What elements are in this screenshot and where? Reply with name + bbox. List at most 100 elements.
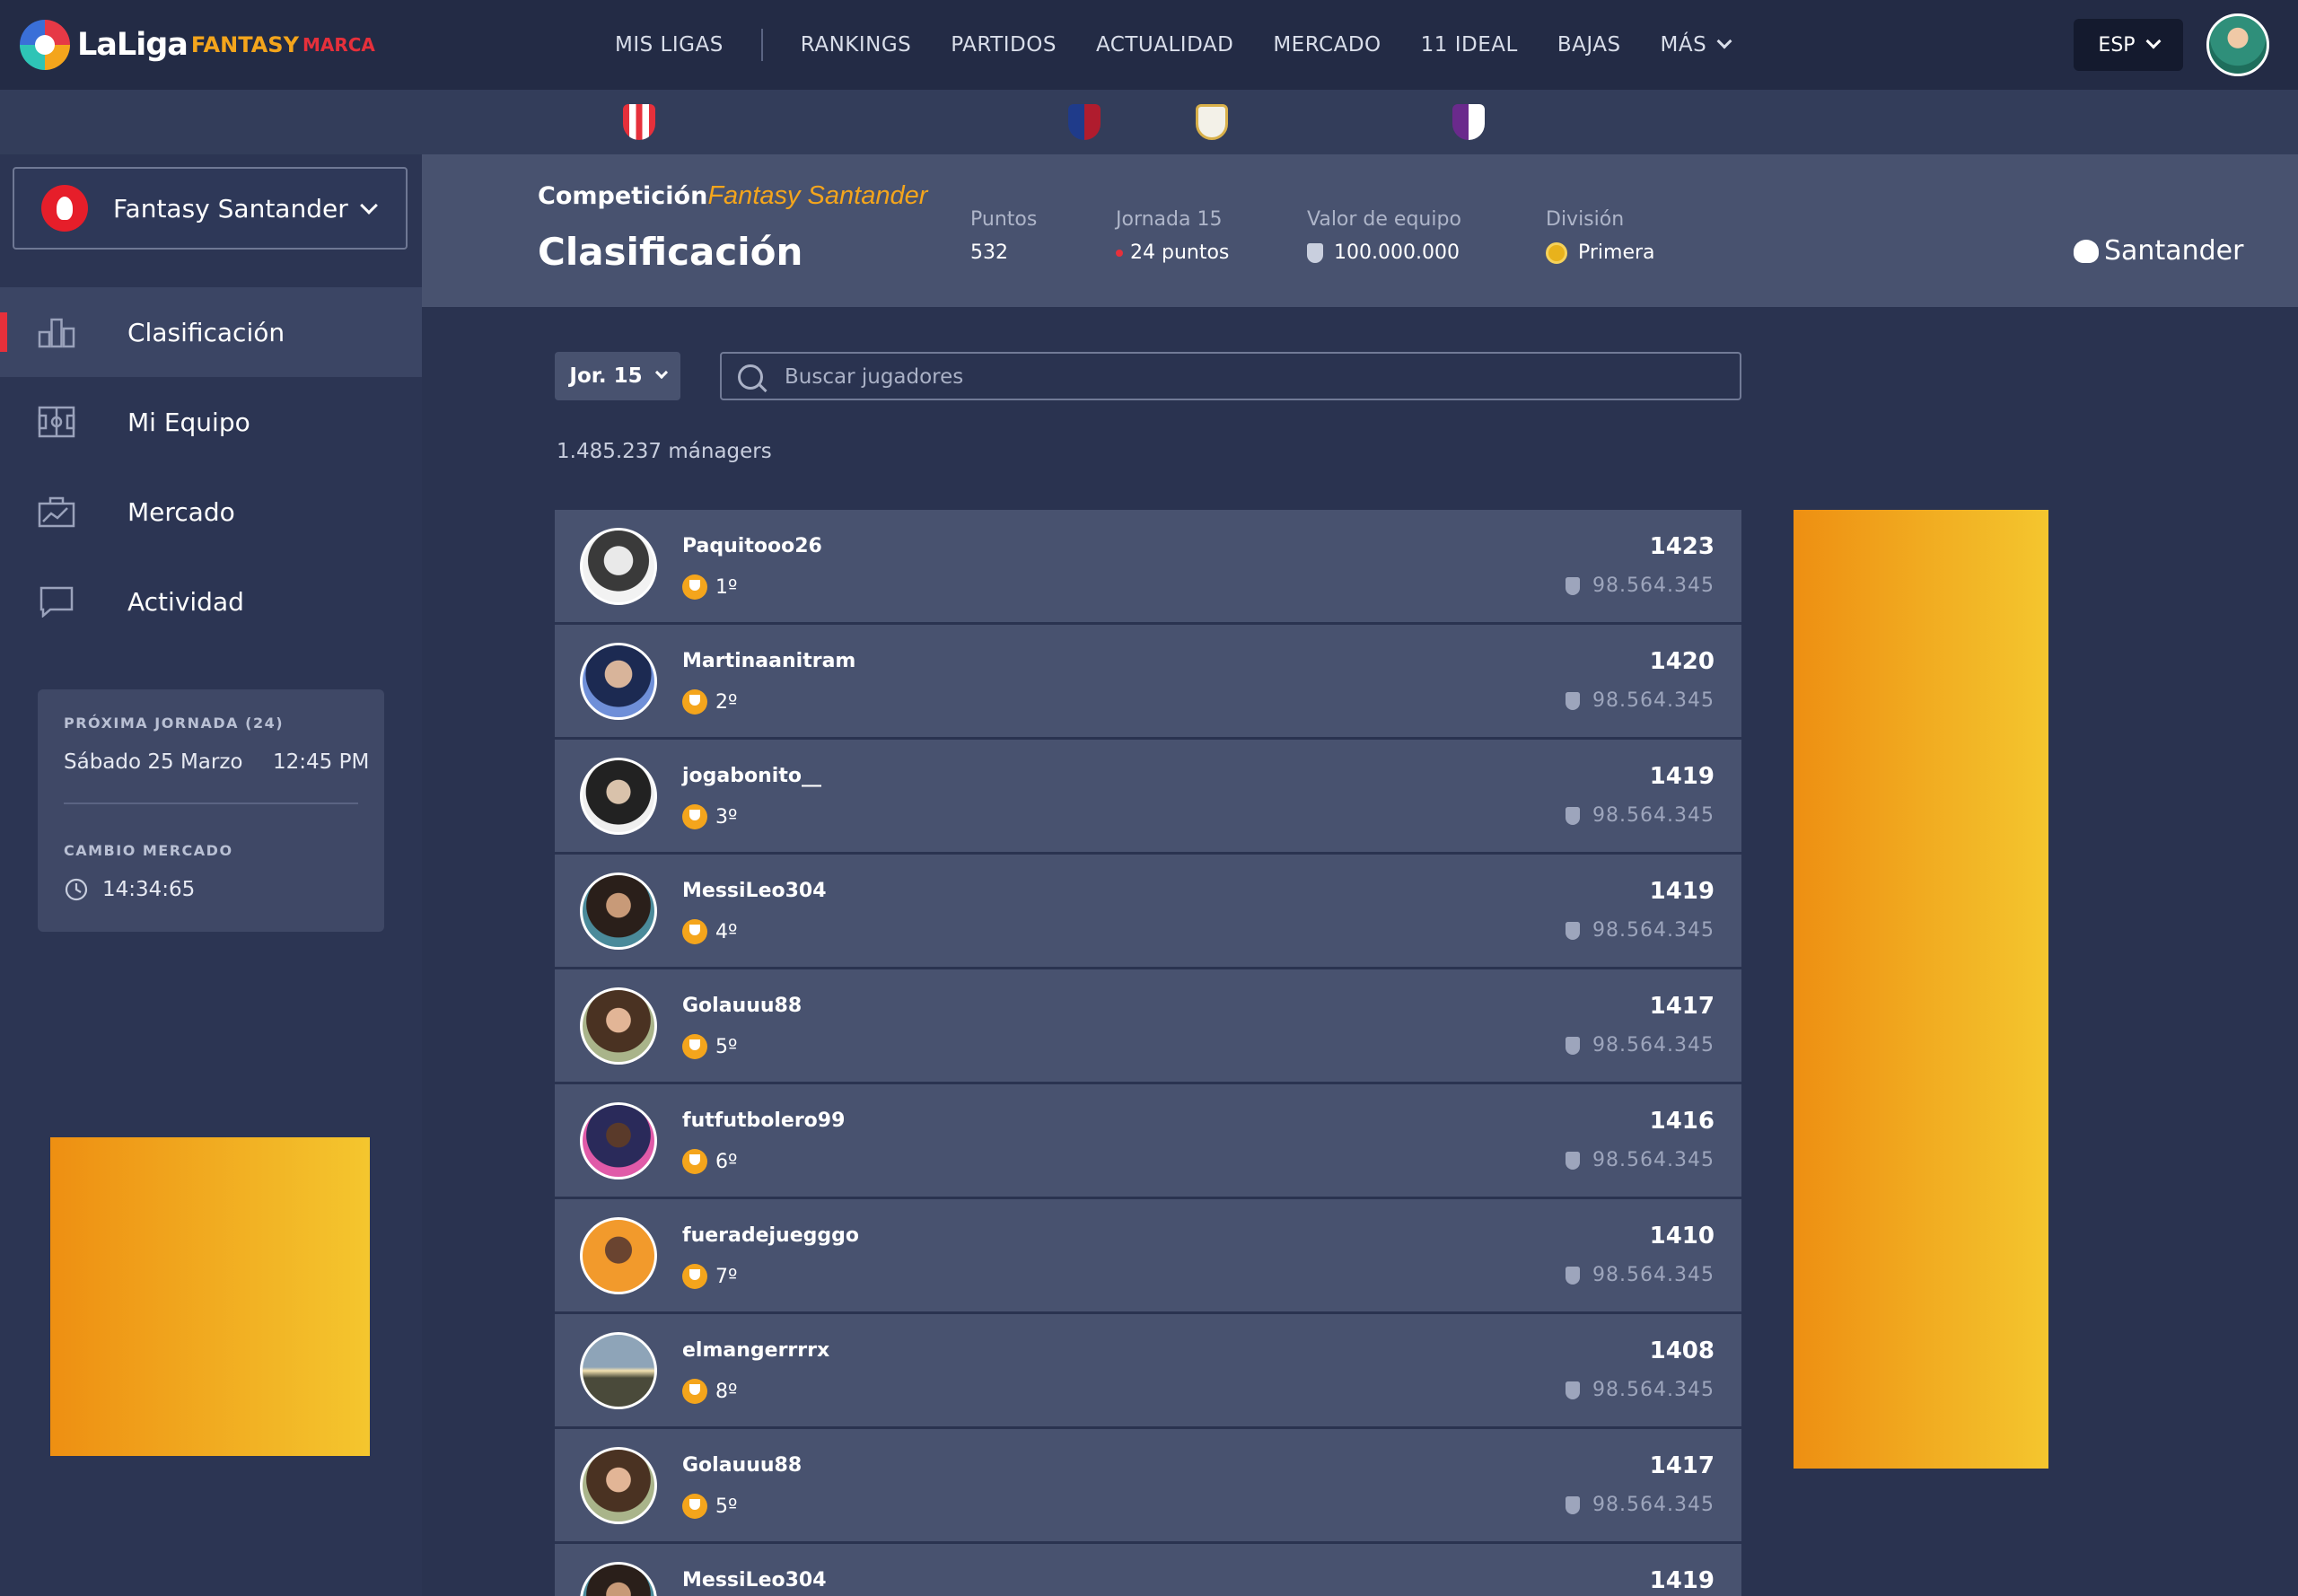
rank-text: 6º	[715, 1150, 738, 1173]
language-selector[interactable]: ESP	[2074, 19, 2183, 71]
stat-division: División Primera	[1546, 208, 1655, 264]
sponsor-logo[interactable]: Santander	[2074, 235, 2243, 267]
user-avatar[interactable]	[2206, 13, 2269, 76]
avatar	[580, 643, 657, 720]
table-row[interactable]: Golauuu88 5º 1417 98.564.345	[555, 969, 1741, 1084]
search-icon	[738, 364, 763, 390]
trophy-icon	[682, 804, 707, 829]
manager-points: 1419	[1649, 763, 1715, 790]
table-row[interactable]: Paquitooo26 1º 1423 98.564.345	[555, 510, 1741, 625]
laliga-ball-icon	[20, 20, 70, 70]
manager-rank: 6º	[682, 1149, 737, 1174]
competition-line: CompeticiónFantasy Santander	[538, 181, 927, 211]
competition-name: Fantasy Santander	[707, 181, 928, 210]
manager-name: Golauuu88	[682, 1454, 803, 1477]
avatar	[580, 1562, 657, 1596]
manager-value: 98.564.345	[1566, 574, 1715, 597]
nav-mas[interactable]: MÁS	[1660, 33, 1732, 57]
player-search	[720, 352, 1741, 400]
brand-logo[interactable]: LaLiga FANTASY MARCA	[20, 18, 375, 72]
value-shield-icon	[1566, 921, 1581, 940]
value-text: 98.564.345	[1592, 919, 1715, 942]
manager-name: Paquitooo26	[682, 535, 822, 557]
table-row[interactable]: MessiLeo304 4º 1419 98.564.345	[555, 855, 1741, 969]
table-row[interactable]: elmangerrrrx 8º 1408 98.564.345	[555, 1314, 1741, 1429]
nav-mis-ligas[interactable]: MIS LIGAS	[615, 33, 724, 57]
trophy-icon	[682, 574, 707, 600]
stat-points: Puntos 532	[970, 208, 1037, 264]
stat-label: Valor de equipo	[1307, 208, 1461, 231]
nav-divider	[760, 29, 763, 61]
stat-team-value: Valor de equipo 100.000.000	[1307, 208, 1461, 264]
trophy-icon	[682, 919, 707, 944]
table-row[interactable]: MessiLeo304 1419	[555, 1544, 1741, 1596]
chevron-down-icon	[654, 365, 668, 380]
manager-rank: 4º	[682, 919, 737, 944]
clock-icon	[65, 878, 88, 901]
rank-text: 2º	[715, 690, 738, 714]
card-divider	[64, 802, 358, 804]
manager-rank: 3º	[682, 804, 737, 829]
nav-rankings[interactable]: RANKINGS	[801, 33, 911, 57]
table-row[interactable]: futfutbolero99 6º 1416 98.564.345	[555, 1084, 1741, 1199]
main-nav: MIS LIGAS RANKINGS PARTIDOS ACTUALIDAD M…	[615, 0, 1769, 90]
division-coin-icon	[1546, 241, 1567, 264]
levante-crest-icon[interactable]	[1068, 104, 1101, 140]
sidebar-item-mi-equipo[interactable]: Mi Equipo	[0, 377, 422, 467]
valladolid-crest-icon[interactable]	[1452, 104, 1485, 140]
manager-rank: 1º	[682, 574, 737, 600]
sidebar-item-mercado[interactable]: Mercado	[0, 467, 422, 557]
trophy-icon	[682, 1149, 707, 1174]
manager-value: 98.564.345	[1566, 919, 1715, 942]
market-briefcase-icon	[38, 496, 75, 528]
rank-text: 1º	[715, 575, 738, 599]
value-text: 98.564.345	[1592, 1264, 1715, 1286]
real-madrid-crest-icon[interactable]	[1196, 104, 1228, 140]
table-row[interactable]: Martinaanitram 2º 1420 98.564.345	[555, 625, 1741, 740]
manager-value: 98.564.345	[1566, 1034, 1715, 1057]
top-navbar: LaLiga FANTASY MARCA MIS LIGAS RANKINGS …	[0, 0, 2298, 90]
nav-mercado[interactable]: MERCADO	[1273, 33, 1381, 57]
manager-rank: 2º	[682, 689, 737, 715]
athletic-crest-icon[interactable]	[623, 104, 655, 140]
right-promo-banner[interactable]	[1794, 510, 2048, 1469]
manager-value: 98.564.345	[1566, 689, 1715, 712]
league-selector[interactable]: Fantasy Santander	[13, 167, 408, 250]
next-round-time: 12:45 PM	[273, 750, 370, 774]
value-shield-icon	[1566, 1151, 1581, 1170]
rank-text: 3º	[715, 805, 738, 829]
manager-rank: 8º	[682, 1379, 737, 1404]
value-text: 98.564.345	[1592, 689, 1715, 712]
manager-name: Golauuu88	[682, 995, 803, 1017]
manager-name: elmangerrrrx	[682, 1339, 830, 1362]
league-name: Fantasy Santander	[113, 193, 348, 224]
market-change-heading: CAMBIO MERCADO	[64, 842, 233, 859]
value-shield-icon	[1566, 691, 1581, 710]
competition-label: Competición	[538, 182, 708, 210]
table-row[interactable]: Golauuu88 5º 1417 98.564.345	[555, 1429, 1741, 1544]
table-row[interactable]: fueradejuegggo 7º 1410 98.564.345	[555, 1199, 1741, 1314]
round-selector[interactable]: Jor. 15	[555, 352, 680, 400]
team-crest-strip	[0, 90, 2298, 154]
value-shield-icon	[1307, 242, 1323, 263]
search-input[interactable]	[785, 363, 1718, 391]
manager-name: MessiLeo304	[682, 1569, 827, 1592]
competition-header: CompeticiónFantasy Santander Clasificaci…	[422, 154, 2298, 307]
rank-text: 5º	[715, 1035, 738, 1058]
avatar	[580, 1332, 657, 1409]
page-title: Clasificación	[538, 230, 803, 274]
sidebar-promo-banner[interactable]	[50, 1137, 370, 1456]
nav-actualidad[interactable]: ACTUALIDAD	[1096, 33, 1233, 57]
sidebar-item-clasificacion[interactable]: Clasificación	[0, 287, 422, 377]
avatar	[580, 1447, 657, 1524]
nav-bajas[interactable]: BAJAS	[1557, 33, 1621, 57]
nav-partidos[interactable]: PARTIDOS	[951, 33, 1057, 57]
nav-11-ideal[interactable]: 11 IDEAL	[1421, 33, 1518, 57]
nav-mas-label: MÁS	[1660, 33, 1707, 57]
chevron-down-icon	[1716, 33, 1732, 49]
sidebar-item-label: Mi Equipo	[127, 407, 250, 437]
sidebar-item-actividad[interactable]: Actividad	[0, 557, 422, 646]
market-countdown: 14:34:65	[102, 878, 196, 901]
table-row[interactable]: jogabonito__ 3º 1419 98.564.345	[555, 740, 1741, 855]
avatar	[580, 987, 657, 1065]
